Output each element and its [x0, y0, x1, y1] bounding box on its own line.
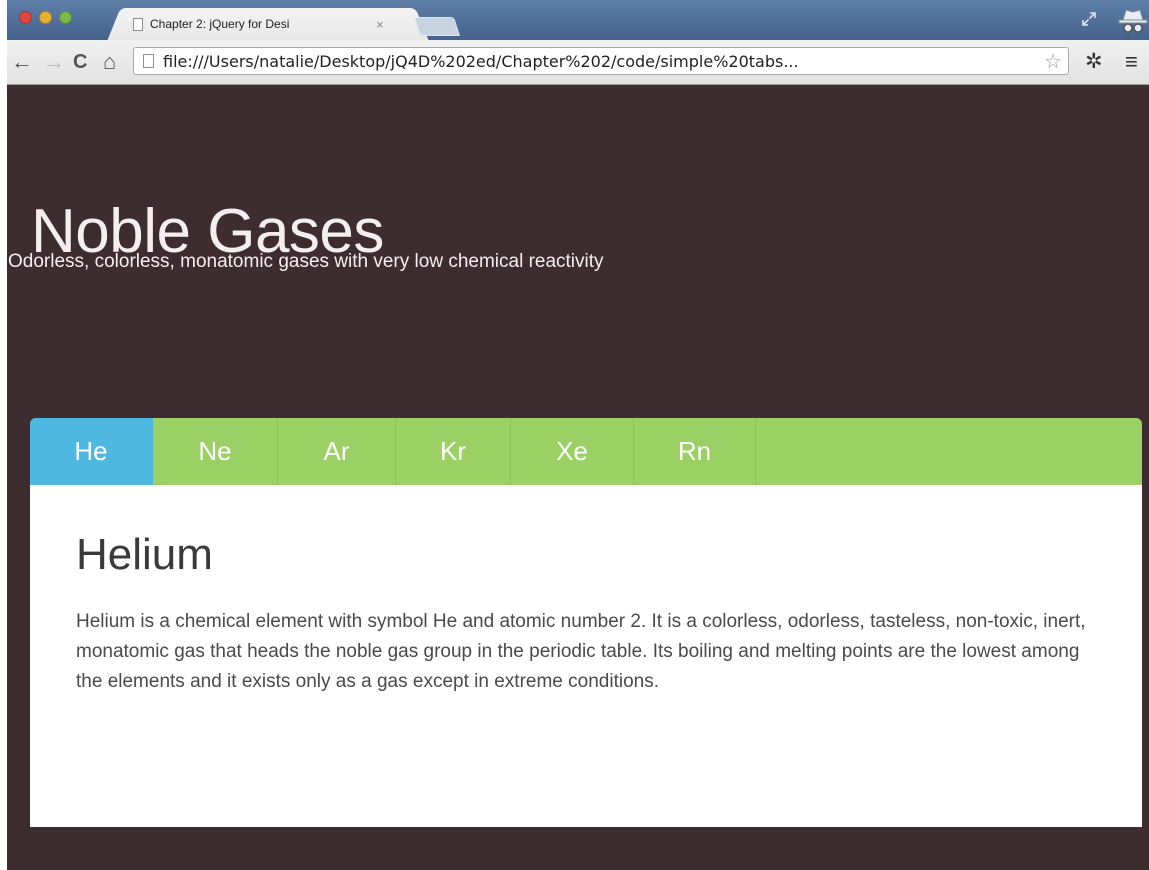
browser-window: Chapter 2: jQuery for Desi × ← → C ⌂ fil…: [7, 0, 1149, 870]
home-icon[interactable]: ⌂: [103, 48, 116, 76]
tab-kr[interactable]: Kr: [396, 418, 511, 485]
new-tab-button[interactable]: [413, 17, 461, 36]
tab-panel-helium: Helium Helium is a chemical element with…: [30, 485, 1142, 827]
title-bar: Chapter 2: jQuery for Desi ×: [7, 0, 1149, 40]
reload-icon[interactable]: C: [73, 48, 87, 76]
zoom-window-button[interactable]: [59, 11, 72, 24]
fullscreen-icon[interactable]: [1081, 11, 1097, 27]
url-text[interactable]: file:///Users/natalie/Desktop/jQ4D%202ed…: [163, 52, 1040, 71]
browser-tab-title: Chapter 2: jQuery for Desi: [150, 17, 290, 31]
minimize-window-button[interactable]: [39, 11, 52, 24]
tab-label: Rn: [677, 436, 712, 466]
tab-xe[interactable]: Xe: [511, 418, 634, 485]
back-arrow-icon[interactable]: ←: [11, 48, 33, 76]
tab-close-icon[interactable]: ×: [376, 17, 384, 32]
element-tabs: He Ne Ar Kr Xe Rn Helium Helium is a che…: [30, 418, 1142, 827]
forward-arrow-icon[interactable]: →: [43, 48, 65, 76]
address-bar[interactable]: file:///Users/natalie/Desktop/jQ4D%202ed…: [133, 47, 1069, 75]
bookmark-star-icon[interactable]: ☆: [1044, 49, 1062, 74]
page-subtitle: Odorless, colorless, monatomic gases wit…: [8, 251, 604, 272]
wrench-icon[interactable]: ✲: [1085, 48, 1103, 76]
browser-tab-active[interactable]: Chapter 2: jQuery for Desi ×: [123, 8, 413, 40]
page-content: Noble Gases Odorless, colorless, monatom…: [7, 85, 1149, 870]
page-icon: [133, 17, 143, 31]
tab-he[interactable]: He: [30, 418, 153, 485]
tab-label: Xe: [556, 436, 588, 466]
close-window-button[interactable]: [19, 11, 32, 24]
tab-label: Kr: [440, 436, 466, 466]
panel-heading: Helium: [76, 530, 213, 579]
incognito-icon: [1118, 9, 1148, 33]
page-icon: [143, 54, 154, 68]
browser-toolbar: ← → C ⌂ file:///Users/natalie/Desktop/jQ…: [7, 40, 1149, 85]
hamburger-menu-icon[interactable]: ≡: [1125, 48, 1138, 76]
tab-rn[interactable]: Rn: [634, 418, 756, 485]
tab-bar: He Ne Ar Kr Xe Rn: [30, 418, 1142, 485]
tab-ar[interactable]: Ar: [278, 418, 396, 485]
tab-label: Ne: [198, 436, 232, 466]
panel-description: Helium is a chemical element with symbol…: [76, 611, 1086, 692]
tab-ne[interactable]: Ne: [153, 418, 278, 485]
tab-label: He: [74, 436, 108, 466]
tab-label: Ar: [323, 436, 350, 466]
